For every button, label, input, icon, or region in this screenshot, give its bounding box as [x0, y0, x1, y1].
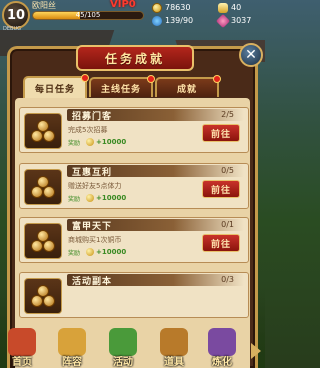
nav-label: 阵容: [62, 357, 82, 368]
ingot-amount: 40: [231, 3, 242, 12]
tab-alert-dot: [213, 75, 221, 83]
coin-pile-icon: [24, 278, 62, 314]
nav-label: 道具: [164, 357, 184, 368]
task-description: 商城购买1次铜币: [68, 236, 122, 244]
exp-text: 45/105: [75, 11, 101, 19]
reward-value: +10000: [96, 248, 127, 256]
nav-label: 首页: [12, 357, 32, 368]
ingot-icon: [218, 2, 228, 13]
task-progress: 0/5: [221, 166, 234, 175]
activity-icon: [109, 328, 137, 356]
gem-amount: 3037: [231, 16, 252, 25]
nav-refine[interactable]: 炼化: [202, 328, 242, 368]
tab-label: 每日任务: [34, 84, 75, 95]
task-progress: 2/5: [221, 110, 234, 119]
task-progress: 0/3: [221, 275, 234, 284]
gold-coin-icon: [152, 2, 162, 13]
tab-achievements[interactable]: 成就: [155, 75, 221, 97]
coin-pile-icon: [24, 169, 62, 205]
reward-label: 奖励: [68, 250, 81, 257]
go-button[interactable]: 前往: [202, 234, 240, 252]
reward-label: 奖励: [68, 196, 81, 203]
exp-bar: 45/105: [32, 11, 144, 20]
stamina-icon: [152, 15, 162, 26]
item-bag-icon: [160, 328, 188, 356]
task-row: 互惠互利 0/5 赠送好友5点体力 奖励 +10000 前往: [19, 163, 249, 209]
nav-lineup[interactable]: 阵容: [52, 328, 92, 368]
tab-alert-dot: [147, 75, 155, 83]
nav-arrow-right-icon[interactable]: [251, 343, 261, 359]
tab-alert-dot: [81, 74, 89, 82]
task-progress: 0/1: [221, 220, 234, 229]
task-row: 活动副本 0/3: [19, 272, 249, 318]
top-hud: 10 欧阳丝 VIP0 45/105 DEBUG 78630 40 139/90…: [0, 0, 265, 32]
close-icon: ✕: [245, 47, 257, 63]
bottom-navigation: 首页 阵容 活动 道具 炼化: [0, 328, 265, 368]
gold-resource[interactable]: 78630: [152, 2, 190, 13]
tab-label: 成就: [176, 84, 197, 95]
coin-pile-icon: [24, 223, 62, 259]
task-name: 活动副本: [72, 277, 113, 287]
home-icon: [8, 328, 36, 356]
gem-resource[interactable]: 3037: [215, 13, 252, 28]
tab-main-tasks[interactable]: 主线任务: [89, 75, 155, 97]
coin-pile-icon: [24, 113, 62, 149]
task-description: 赠送好友5点体力: [68, 182, 122, 190]
task-row: 富甲天下 0/1 商城购买1次铜币 奖励 +10000 前往: [19, 217, 249, 263]
tab-daily-tasks[interactable]: 每日任务: [23, 74, 89, 98]
player-name: 欧阳丝: [32, 1, 56, 10]
nav-label: 炼化: [212, 357, 232, 368]
task-row: 招募门客 2/5 完成5次招募 奖励 +10000 前往: [19, 107, 249, 153]
stamina-resource[interactable]: 139/90: [152, 15, 193, 26]
reward-coin-icon: [86, 138, 94, 146]
reward-value: +10000: [96, 194, 127, 202]
reward-label: 奖励: [68, 140, 81, 147]
reward-coin-icon: [86, 248, 94, 256]
stamina-amount: 139/90: [165, 16, 194, 25]
task-name: 富甲天下: [72, 222, 113, 232]
lineup-icon: [58, 328, 86, 356]
nav-home[interactable]: 首页: [2, 328, 42, 368]
vip-badge[interactable]: VIP0: [110, 0, 136, 10]
go-button[interactable]: 前往: [202, 180, 240, 198]
reward-coin-icon: [86, 194, 94, 202]
close-button[interactable]: ✕: [239, 43, 263, 67]
reward-value: +10000: [96, 138, 127, 146]
go-button[interactable]: 前往: [202, 124, 240, 142]
tab-label: 主线任务: [100, 84, 141, 95]
ingot-resource[interactable]: 40: [218, 2, 241, 13]
task-name: 互惠互利: [72, 168, 113, 178]
panel-title: 任务成就: [76, 45, 194, 71]
gold-amount: 78630: [165, 3, 191, 12]
nav-items[interactable]: 道具: [154, 328, 194, 368]
gem-icon: [215, 13, 231, 28]
nav-activity[interactable]: 活动: [103, 328, 143, 368]
task-name: 招募门客: [72, 112, 113, 122]
player-level-badge[interactable]: 10: [2, 1, 30, 29]
debug-label: DEBUG: [3, 26, 21, 32]
refine-icon: [208, 328, 236, 356]
nav-label: 活动: [113, 357, 133, 368]
task-description: 完成5次招募: [68, 126, 108, 134]
